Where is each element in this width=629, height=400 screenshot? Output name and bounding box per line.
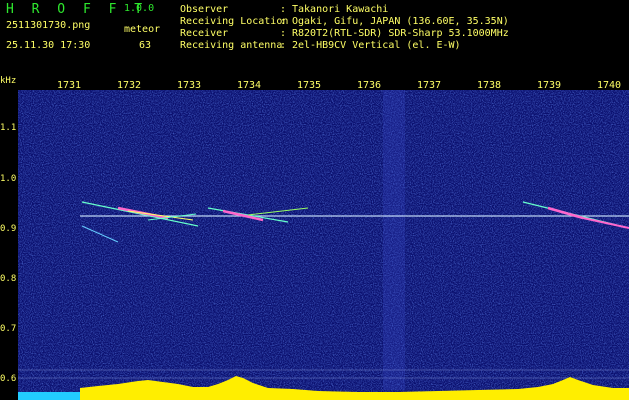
- receiver-label: Receiver: [180, 28, 229, 39]
- time-axis: 1731 1732 1733 1734 1735 1736 1737 1738 …: [0, 74, 629, 91]
- separator: :: [280, 4, 287, 15]
- observer-label: Observer: [180, 4, 229, 15]
- location-row: Receiving Location : Ogaki, Gifu, JAPAN …: [180, 16, 509, 28]
- meteor-label: meteor: [124, 24, 161, 35]
- y-tick-label: 0.8: [0, 274, 17, 284]
- receiver-value: R820T2(RTL-SDR) SDR-Sharp 53.1000MHz: [292, 28, 509, 39]
- separator: :: [280, 28, 287, 39]
- spectrogram-noise: [18, 90, 629, 400]
- antenna-value: 2el-HB9CV Vertical (el. E-W): [292, 40, 461, 51]
- y-tick-label: 0.9: [0, 224, 17, 234]
- location-value: Ogaki, Gifu, JAPAN (136.60E, 35.35N): [292, 16, 509, 27]
- info-panel: Observer : Takanori Kawachi Receiving Lo…: [180, 4, 509, 52]
- observer-row: Observer : Takanori Kawachi: [180, 4, 509, 16]
- frequency-unit-label: kHz: [0, 76, 17, 86]
- receiver-row: Receiver : R820T2(RTL-SDR) SDR-Sharp 53.…: [180, 28, 509, 40]
- location-label: Receiving Location: [180, 16, 289, 27]
- app-version: 1.0.0: [124, 3, 155, 14]
- meteor-count: 63: [139, 40, 152, 51]
- separator: :: [280, 40, 287, 51]
- separator: :: [280, 16, 287, 27]
- y-tick-label: 0.6: [0, 374, 17, 384]
- y-tick-label: 1.0: [0, 174, 17, 184]
- timestamp: 25.11.30 17:30: [6, 40, 91, 51]
- file-name: 2511301730.png: [6, 20, 91, 31]
- y-tick-label: 1.1: [0, 123, 17, 133]
- y-tick-label: 0.7: [0, 324, 17, 334]
- noise-band: [383, 90, 405, 390]
- antenna-label: Receiving antenna: [180, 40, 283, 51]
- antenna-row: Receiving antenna : 2el-HB9CV Vertical (…: [180, 40, 509, 52]
- spectrogram: [18, 90, 629, 400]
- observer-value: Takanori Kawachi: [292, 4, 389, 15]
- header: H R O F F T 1.0.0 2511301730.png meteor …: [0, 0, 629, 62]
